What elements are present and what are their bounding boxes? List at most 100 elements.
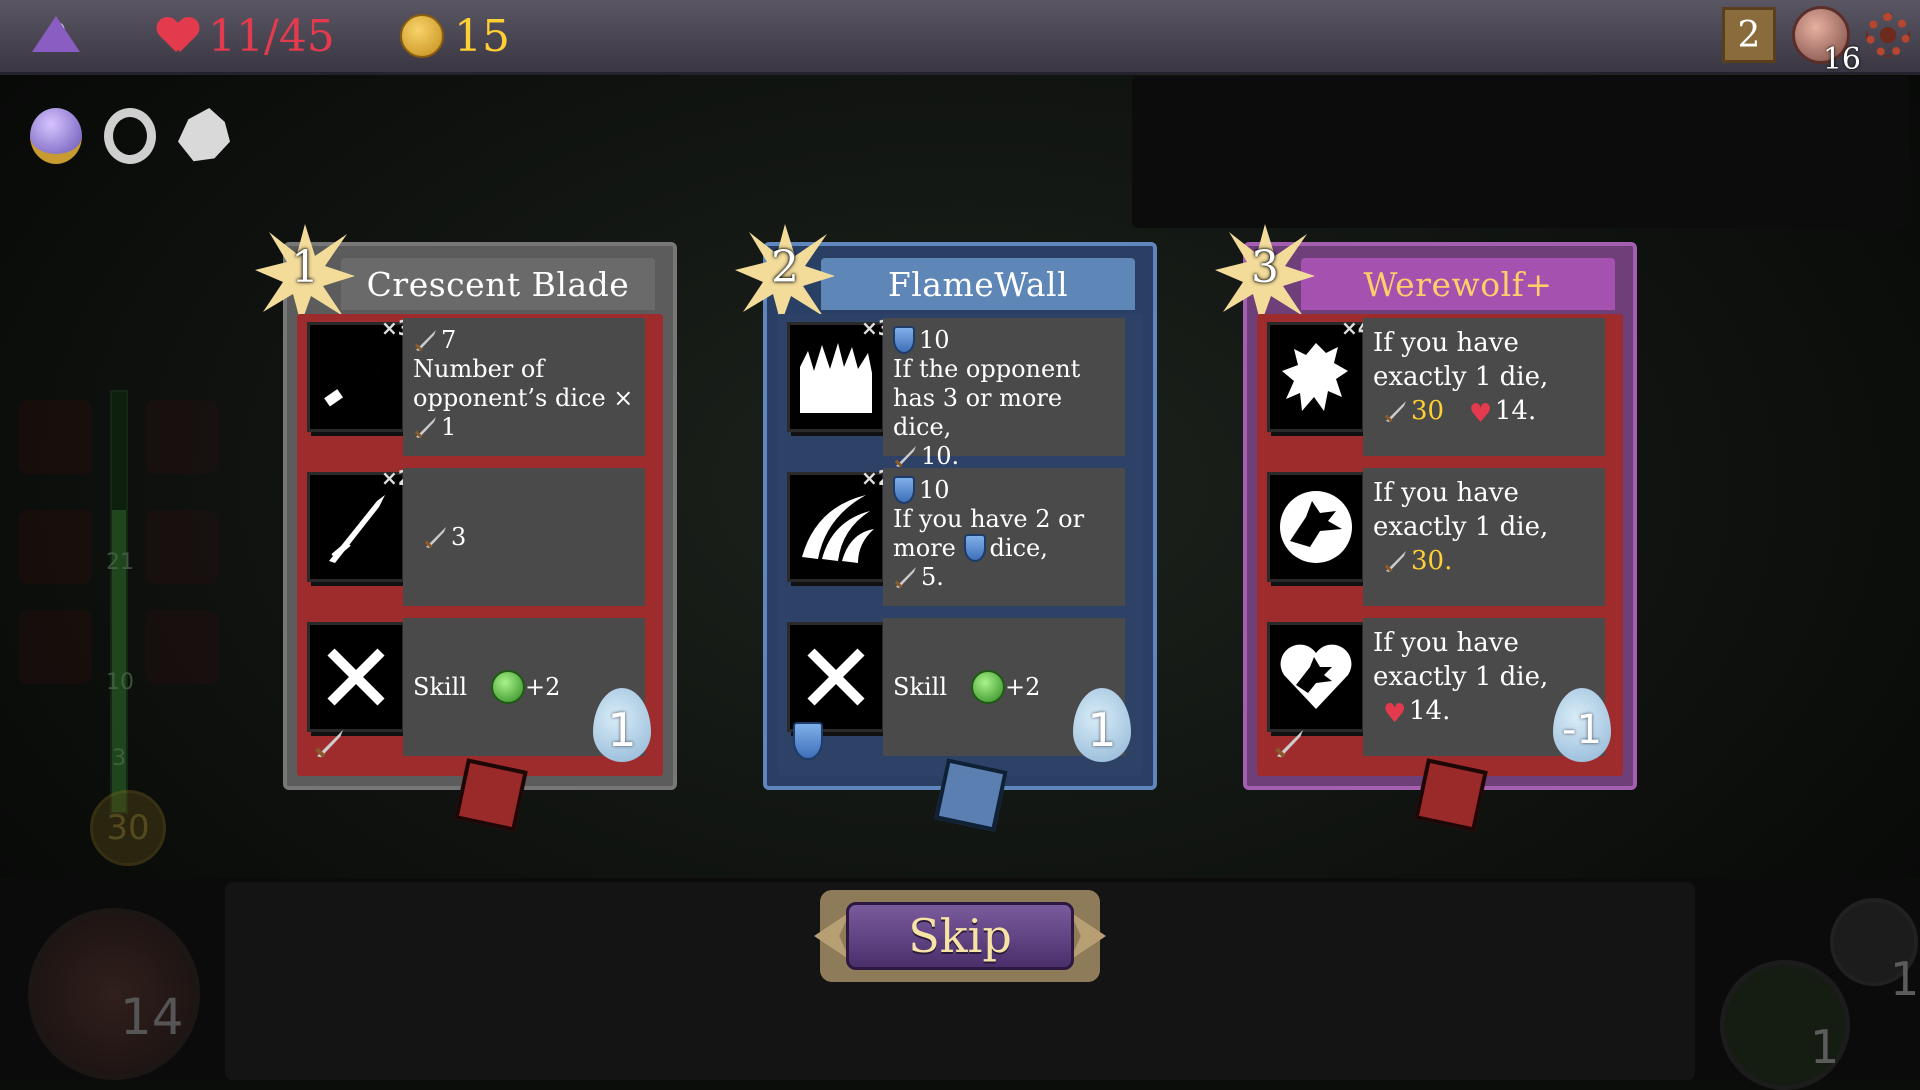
face-text: If you have exactly 1 die,: [1373, 628, 1549, 692]
face-description: 10 If you have 2 or more dice, 5.: [883, 468, 1125, 606]
heal-value: 14.: [1409, 696, 1451, 726]
potion-icon[interactable]: 16: [1792, 6, 1861, 77]
energy-mark-10: 10: [106, 670, 134, 695]
card-index: 3: [1251, 242, 1279, 293]
attack-value: 30: [1411, 396, 1445, 426]
face-description: If you have exactly 1 die, 30 ♥ 14.: [1363, 318, 1605, 456]
ghost-slot: [18, 510, 92, 584]
heart-icon: ♥: [1468, 399, 1493, 429]
sword-icon: [1384, 551, 1406, 573]
face-description: 10 If the opponent has 3 or more dice, 1…: [883, 318, 1125, 470]
skill-value: +2: [525, 672, 561, 701]
card-index-badge: 2: [735, 224, 835, 324]
gold-stat: 15: [400, 8, 510, 64]
card-index: 1: [291, 242, 319, 293]
face-description: 3: [403, 468, 645, 606]
reward-card-1[interactable]: Crescent Blade 1 ×3 7 Number of opponent…: [255, 224, 677, 832]
cross-face-icon: [307, 622, 405, 732]
bird-statue-icon[interactable]: [178, 108, 230, 162]
die-preview-icon: [934, 758, 1008, 832]
skill-label: Skill: [893, 672, 948, 701]
map-value: 2: [1737, 14, 1761, 56]
ghost-slot: [145, 400, 219, 474]
bottom-right-icons: 1 1: [1710, 890, 1919, 1090]
hat-stat[interactable]: 0: [32, 8, 80, 64]
heart-icon: ♥: [1383, 699, 1407, 729]
settings-gear-icon[interactable]: [1866, 13, 1910, 57]
ghost-slot: [18, 400, 92, 474]
map-icon[interactable]: 2: [1722, 7, 1776, 63]
card-body: ×4 If you have exactly 1 die, 30 ♥ 14. If…: [1257, 314, 1623, 776]
reward-card-2[interactable]: FlameWall 2 ×3 10 If the opponent has 3 …: [735, 224, 1157, 832]
relic-bar: [30, 108, 230, 164]
heart-icon: [158, 18, 198, 54]
coin-icon: [400, 14, 444, 58]
crystal-ball-icon[interactable]: [30, 108, 82, 164]
sword-icon: [894, 446, 916, 468]
skill-value: +2: [1005, 672, 1041, 701]
die-preview-icon: [454, 758, 528, 832]
face-description: If you have exactly 1 die, 30.: [1363, 468, 1605, 606]
shield-icon: [963, 534, 986, 562]
gold-value: 15: [454, 10, 510, 62]
face-text: If you have 2 or more: [893, 505, 1085, 562]
card-title: FlameWall: [821, 258, 1135, 310]
green-gem-icon: [971, 670, 1006, 704]
face-text: If you have exactly 1 die,: [1373, 328, 1549, 392]
die-preview-icon: [1414, 758, 1488, 832]
block-value: 10: [919, 326, 950, 354]
potion-value: 16: [1822, 42, 1861, 77]
energy-mark-3: 3: [112, 746, 126, 771]
face-text-2: dice,: [989, 534, 1048, 562]
face-text: Number of opponent’s dice ×: [413, 355, 634, 412]
top-bar: 0 11/45 15 2 16: [0, 0, 1920, 77]
top-right-icons: 2 16: [1722, 6, 1910, 77]
face-text: If the opponent has 3 or more dice,: [893, 355, 1081, 441]
ghost-slot: [145, 510, 219, 584]
sword-icon: [424, 527, 446, 549]
attack-extra: 5.: [921, 563, 944, 591]
attack-value: 7: [441, 326, 457, 354]
ghost-slot: [18, 610, 92, 684]
info-panel: [1132, 76, 1910, 228]
heal-value: 14.: [1494, 396, 1537, 426]
skill-label: Skill: [413, 672, 468, 701]
reward-card-3[interactable]: Werewolf+ 3 ×4 If you have exactly 1 die…: [1215, 224, 1637, 832]
sword-icon: [414, 330, 436, 352]
shield-icon: [893, 476, 915, 504]
attack-value: 3: [451, 522, 467, 551]
face-description: 7 Number of opponent’s dice × 1: [403, 318, 645, 456]
energy-mark-21: 21: [106, 550, 134, 575]
green-gem-icon: [491, 670, 526, 704]
ability-count: 1: [1890, 952, 1920, 1006]
card-index-badge: 3: [1215, 224, 1315, 324]
card-body: ×3 7 Number of opponent’s dice × 1 ×2 3 …: [297, 314, 663, 776]
card-index: 2: [771, 242, 799, 293]
sword-icon: [1275, 729, 1304, 758]
sword-icon: [315, 729, 344, 758]
face-text: If you have exactly 1 die,: [1373, 478, 1549, 542]
card-body: ×3 10 If the opponent has 3 or more dice…: [777, 314, 1143, 776]
sword-icon: [894, 567, 916, 589]
health-value: 11/45: [208, 10, 335, 62]
shield-icon: [893, 326, 915, 354]
wolf-heart-face-icon: [1267, 622, 1365, 732]
wizard-hat-icon: [32, 16, 80, 52]
attack-extra: 10.: [921, 442, 960, 470]
block-value: 10: [919, 476, 950, 504]
wolf-head-face-icon: [1267, 472, 1365, 582]
sword-icon: [414, 417, 436, 439]
card-title: Crescent Blade: [341, 258, 655, 310]
attack-value: 30.: [1411, 546, 1453, 576]
bag-count: 14: [120, 988, 184, 1046]
energy-coin: 30: [90, 790, 166, 866]
health-stat: 11/45: [158, 8, 335, 64]
skip-button[interactable]: Skip: [814, 890, 1100, 982]
cross-face-icon: [787, 622, 885, 732]
card-index-badge: 1: [255, 224, 355, 324]
ring-icon[interactable]: [104, 108, 156, 164]
skip-label: Skip: [846, 902, 1074, 970]
world-count: 1: [1810, 1020, 1840, 1074]
shield-icon: [793, 722, 823, 760]
sword-icon: [1384, 401, 1406, 423]
